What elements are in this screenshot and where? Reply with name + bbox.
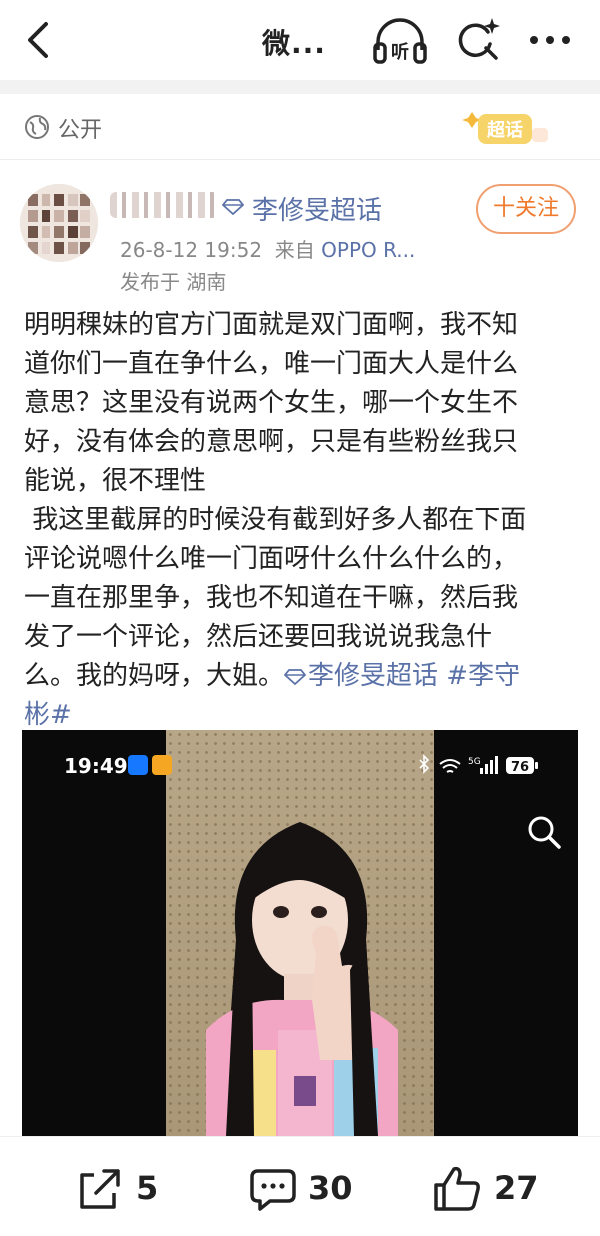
image-search-icon bbox=[528, 816, 561, 849]
post-source[interactable]: OPPO R... bbox=[321, 238, 415, 262]
like-count: 27 bbox=[494, 1169, 539, 1207]
share-button[interactable]: 5 bbox=[76, 1167, 166, 1211]
thumbs-up-icon bbox=[434, 1166, 480, 1211]
like-button[interactable]: 27 bbox=[432, 1166, 542, 1211]
supertopic-badge[interactable]: 超话 bbox=[458, 106, 552, 150]
action-bar: 5 30 27 bbox=[0, 1136, 600, 1236]
hashtag-link-continued[interactable]: 彬# bbox=[24, 700, 72, 730]
diamond-icon bbox=[222, 199, 244, 215]
share-icon bbox=[80, 1169, 120, 1209]
post-line: 好，没有体会的意思啊，只是有些粉丝我只 bbox=[24, 427, 519, 457]
share-count: 5 bbox=[136, 1169, 159, 1207]
embedded-time: 19:49 bbox=[64, 754, 128, 778]
post-timestamp: 26-8-12 19:52 bbox=[120, 238, 263, 262]
listen-label: 听 bbox=[391, 41, 409, 63]
comment-icon bbox=[250, 1169, 296, 1211]
visibility-row: 公开 超话 bbox=[0, 94, 600, 160]
network-label: 5G bbox=[468, 757, 481, 767]
page-title: 微... bbox=[262, 27, 326, 60]
more-dots-icon bbox=[530, 36, 570, 44]
post-line: 么。我的妈呀，大姐。 李修旻超话 #李守 bbox=[24, 657, 580, 696]
search-sparkle-icon bbox=[458, 18, 500, 60]
pixelated-avatar-image bbox=[20, 184, 98, 262]
listen-button[interactable]: 听 bbox=[372, 16, 428, 68]
post-line: 能说，很不理性 bbox=[24, 466, 207, 496]
post-line: 明明稞妹的官方门面就是双门面啊，我不知 bbox=[24, 310, 519, 340]
embedded-status-icons: 5G 76 bbox=[419, 754, 538, 775]
supertopic-link[interactable]: 李修旻超话 bbox=[252, 190, 382, 227]
post-line: 一直在那里争，我也不知道在干嘛，然后我 bbox=[24, 583, 519, 613]
source-prefix: 来自 bbox=[274, 238, 315, 262]
battery-level: 76 bbox=[511, 760, 529, 775]
headphones-icon: 听 bbox=[373, 18, 427, 64]
comment-count: 30 bbox=[308, 1169, 353, 1207]
section-divider bbox=[0, 80, 600, 94]
back-button[interactable] bbox=[18, 18, 62, 62]
visibility-label: 公开 bbox=[58, 118, 103, 143]
post-meta: 26-8-12 19:52 来自 OPPO R... bbox=[120, 234, 415, 263]
avatar[interactable] bbox=[20, 184, 98, 262]
hashtag-link[interactable]: #李守 bbox=[446, 661, 520, 691]
globe-icon bbox=[25, 115, 49, 139]
post-line: 我这里截屏的时候没有截到好多人都在下面 bbox=[24, 505, 527, 535]
author-name-redacted[interactable] bbox=[110, 192, 218, 218]
supertopic-badge-label: 超话 bbox=[487, 119, 523, 141]
more-options-button[interactable] bbox=[524, 22, 576, 58]
post-line: 评论说嗯什么唯一门面呀什么什么什么的， bbox=[24, 544, 519, 574]
topic-link[interactable]: 李修旻超话 bbox=[308, 661, 438, 691]
post-line-text: 么。我的妈呀，大姐。 bbox=[24, 661, 285, 691]
embedded-status-bar: 19:49 5G 76 bbox=[22, 730, 578, 800]
top-navigation-bar: 微... 听 bbox=[0, 0, 600, 80]
search-button[interactable] bbox=[454, 16, 502, 64]
comment-button[interactable]: 30 bbox=[248, 1167, 358, 1211]
post-location: 发布于 湖南 bbox=[120, 270, 227, 294]
post-text: 明明稞妹的官方门面就是双门面啊，我不知 道你们一直在争什么，唯一门面大人是什么 … bbox=[24, 306, 580, 735]
post-line: 发了一个评论，然后还要回我说说我急什 bbox=[24, 622, 493, 652]
app-badges-icon bbox=[128, 755, 172, 775]
post-line: 道你们一直在争什么，唯一门面大人是什么 bbox=[24, 349, 519, 379]
chevron-left-icon bbox=[28, 22, 48, 58]
post-line: 意思？这里没有说两个女生，哪一个女生不 bbox=[24, 388, 519, 418]
post-image[interactable]: 19:49 5G 76 bbox=[22, 730, 578, 1136]
follow-button[interactable]: 十关注 bbox=[476, 184, 576, 234]
diamond-icon bbox=[284, 668, 307, 685]
